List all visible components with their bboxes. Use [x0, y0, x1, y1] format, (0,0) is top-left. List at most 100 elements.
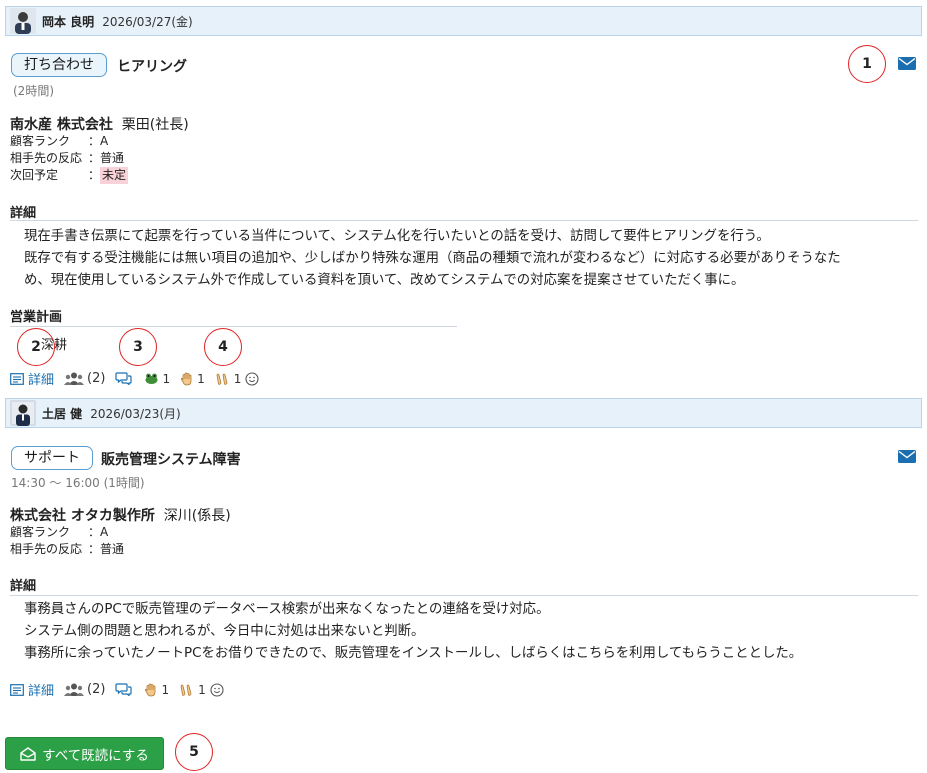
- field-sep: ：: [88, 168, 101, 182]
- participants-count: (2): [87, 371, 106, 386]
- reaction-count: 1: [198, 682, 206, 697]
- detail-text: 事務員さんのPCで販売管理のデータベース検索が出来なくなったとの連絡を受け対応。…: [24, 599, 802, 665]
- reaction-count: 1: [233, 371, 242, 386]
- smiley-icon: [245, 371, 259, 386]
- annotation-marker-5: 5: [175, 733, 213, 771]
- report-title: 販売管理システム障害: [101, 452, 241, 468]
- detail-icon: [10, 683, 24, 696]
- detail-link[interactable]: 詳細: [10, 369, 54, 388]
- field-row: 顧客ランク ： A: [10, 133, 128, 150]
- add-reaction-button[interactable]: [210, 682, 224, 697]
- client-line: 株式会社 オタカ製作所 深川(係長): [10, 505, 231, 525]
- comment-icon: [115, 683, 133, 696]
- field-value: 普通: [100, 151, 125, 165]
- field-sep: ：: [88, 525, 101, 539]
- field-row: 相手先の反応 ：普通: [10, 150, 128, 167]
- field-list: 顧客ランク： A 相手先の反応：普通: [10, 524, 124, 558]
- detail-line: 事務所に余っていたノートPCをお借りできたので、販売管理をインストールし、しばら…: [24, 646, 803, 661]
- field-value: 普通: [100, 542, 125, 556]
- report-date: 2026/03/23(月): [90, 406, 181, 421]
- category-badge: 打ち合わせ: [11, 53, 107, 77]
- author-name: 土居 健: [42, 406, 83, 421]
- detail-icon: [10, 372, 24, 385]
- participants-button[interactable]: (2): [64, 371, 105, 386]
- report-header: 岡本 良明 2026/03/27(金): [5, 6, 922, 36]
- smiley-icon: [210, 682, 224, 697]
- participants-count: (2): [87, 682, 106, 697]
- comment-button[interactable]: [115, 683, 133, 696]
- detail-line: 現在手書き伝票にて起票を行っている当件について、システム化を行いたいとの話を受け…: [24, 229, 770, 244]
- field-value: A: [100, 525, 109, 539]
- plan-heading: 営業計画: [10, 310, 63, 325]
- participants-icon: [64, 683, 85, 696]
- detail-heading: 詳細: [10, 579, 37, 594]
- contact-person: 深川(係長): [163, 508, 231, 524]
- field-sep: ：: [88, 542, 101, 556]
- field-sep: ：: [88, 134, 101, 148]
- reaction-hand[interactable]: 1: [144, 683, 169, 697]
- hand-icon: [181, 372, 192, 385]
- detail-line: システム側の問題と思われるが、今日中に対処は出来ないと判断。: [24, 624, 425, 639]
- field-key: 顧客ランク: [10, 525, 71, 539]
- participants-button[interactable]: (2): [64, 682, 105, 697]
- add-reaction-button[interactable]: [245, 371, 259, 386]
- detail-line: 事務員さんのPCで販売管理のデータベース検索が出来なくなったとの連絡を受け対応。: [24, 602, 550, 617]
- mark-all-read-label: すべて既読にする: [42, 747, 149, 764]
- field-value: A: [100, 134, 109, 148]
- detail-divider: [10, 220, 918, 221]
- participants-icon: [64, 372, 85, 385]
- reaction-count: 1: [161, 682, 170, 697]
- author-name: 岡本 良明: [42, 14, 95, 29]
- field-key: 次回予定: [10, 168, 59, 182]
- envelope-open-icon: [20, 746, 36, 761]
- clap-icon: [216, 373, 228, 385]
- next-plan-value: 未定: [100, 167, 129, 184]
- report-title: ヒアリング: [117, 59, 187, 75]
- detail-text: 現在手書き伝票にて起票を行っている当件について、システム化を行いたいとの話を受け…: [24, 226, 841, 292]
- plan-divider: [10, 326, 457, 327]
- reaction-count: 1: [162, 371, 171, 386]
- category-badge: サポート: [11, 446, 93, 470]
- field-key: 顧客ランク: [10, 134, 71, 148]
- detail-line: 既存で有する受注機能には無い項目の追加や、少しばかり特殊な運用（商品の種類で流れ…: [24, 251, 841, 266]
- detail-link-label: 詳細: [28, 373, 55, 388]
- hand-icon: [145, 683, 156, 696]
- comment-button[interactable]: [115, 372, 133, 385]
- company-name: 株式会社 オタカ製作所: [10, 508, 155, 524]
- reaction-count: 1: [197, 371, 205, 386]
- duration: (2時間): [13, 84, 54, 98]
- frog-icon: [145, 373, 158, 384]
- reaction-frog[interactable]: 1: [144, 372, 170, 386]
- field-list: 顧客ランク： A 相手先の反応：普通 次回予定：未定: [10, 133, 129, 184]
- client-line: 南水産 株式会社 栗田(社長): [10, 114, 189, 134]
- field-key: 相手先の反応: [10, 542, 83, 556]
- mail-icon[interactable]: [898, 450, 916, 463]
- annotation-marker-2: 2: [17, 328, 55, 366]
- field-key: 相手先の反応: [10, 151, 83, 165]
- reaction-hand[interactable]: 1: [180, 372, 205, 386]
- report-header: 土居 健 2026/03/23(月): [5, 398, 922, 428]
- avatar: [10, 400, 36, 426]
- mark-all-read-button[interactable]: すべて既読にする: [5, 737, 164, 770]
- reaction-clap[interactable]: 1: [215, 371, 242, 386]
- comment-icon: [115, 372, 133, 385]
- detail-link-label: 詳細: [28, 684, 55, 699]
- detail-link[interactable]: 詳細: [10, 680, 54, 699]
- detail-line: め、現在使用しているシステム外で作成している資料を頂いて、改めてシステムでの対応…: [24, 273, 745, 288]
- annotation-marker-3: 3: [119, 328, 157, 366]
- field-sep: ：: [88, 151, 101, 165]
- mail-icon[interactable]: [898, 57, 916, 70]
- annotation-marker-4: 4: [204, 328, 242, 366]
- annotation-marker-1: 1: [848, 45, 886, 83]
- report-date: 2026/03/27(金): [102, 14, 193, 29]
- reaction-clap[interactable]: 1: [179, 683, 206, 697]
- detail-heading: 詳細: [10, 206, 37, 221]
- field-row: 顧客ランク ： A: [10, 524, 124, 541]
- clap-icon: [180, 684, 192, 696]
- detail-divider: [10, 595, 918, 596]
- action-bar: 詳細 (2) 1 1: [10, 680, 234, 699]
- duration: 14:30 ～ 16:00 (1時間): [11, 476, 145, 490]
- contact-person: 栗田(社長): [121, 117, 189, 133]
- action-bar: 詳細 (2) 1 1 1: [10, 369, 269, 388]
- field-row: 相手先の反応 ：普通: [10, 541, 124, 558]
